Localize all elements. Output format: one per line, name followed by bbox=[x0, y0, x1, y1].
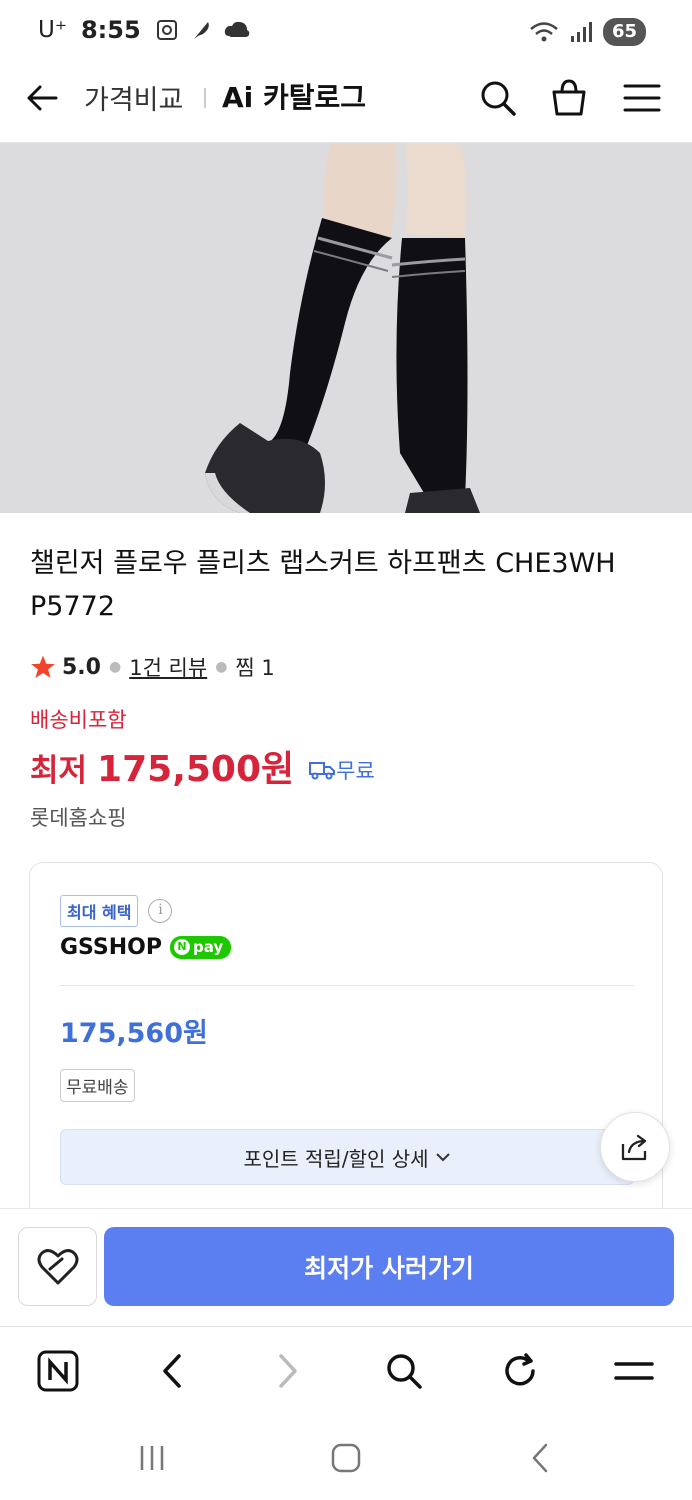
chevron-left-icon bbox=[532, 1443, 548, 1473]
browser-toolbar bbox=[0, 1326, 692, 1414]
share-icon bbox=[621, 1134, 647, 1161]
lowest-price-row: 최저 175,500원 무료 bbox=[30, 740, 375, 792]
browser-back-button[interactable] bbox=[148, 1347, 196, 1395]
header-divider bbox=[204, 88, 206, 108]
browser-menu-button[interactable] bbox=[610, 1347, 658, 1395]
review-link[interactable]: 1건 리뷰 bbox=[129, 652, 207, 682]
product-title: 챌린저 플로우 플리츠 랩스커트 하프팬츠 CHE3WH P5772 bbox=[30, 548, 616, 622]
page-title: Ai 카탈로그 bbox=[222, 81, 367, 114]
home-button[interactable] bbox=[324, 1436, 368, 1480]
browser-forward-button[interactable] bbox=[264, 1347, 312, 1395]
wifi-icon bbox=[530, 22, 558, 42]
npay-badge: N pay bbox=[170, 936, 232, 959]
shop-name: GSSHOP bbox=[60, 935, 162, 960]
npay-label: pay bbox=[193, 938, 224, 956]
chevron-down-icon bbox=[435, 1153, 450, 1162]
star-icon bbox=[31, 655, 55, 678]
search-button[interactable] bbox=[478, 78, 518, 118]
clock: 8:55 bbox=[80, 16, 141, 44]
carrier-label: U⁺ bbox=[38, 17, 67, 43]
menu-button[interactable] bbox=[622, 80, 662, 116]
recent-apps-button[interactable] bbox=[130, 1436, 174, 1480]
free-shipping-indicator: 무료 bbox=[308, 755, 375, 785]
status-bar: U⁺ 8:55 65 bbox=[0, 0, 692, 66]
menu-icon bbox=[614, 1362, 654, 1380]
card-divider bbox=[60, 985, 634, 986]
arrow-left-icon bbox=[27, 85, 58, 111]
chevron-right-icon bbox=[279, 1354, 297, 1388]
purchase-action-bar: 최저가 사러가기 bbox=[0, 1208, 692, 1326]
screenshot-icon bbox=[156, 20, 177, 40]
separator-dot: ● bbox=[108, 659, 122, 675]
battery-indicator: 65 bbox=[602, 18, 646, 46]
wish-count: 찜 1 bbox=[235, 656, 275, 680]
rating-row: 5.0 ● 1건 리뷰 ● 찜 1 bbox=[30, 652, 275, 682]
search-icon bbox=[387, 1354, 422, 1389]
heart-icon bbox=[37, 1248, 78, 1284]
rating-score: 5.0 bbox=[62, 654, 101, 680]
wishlist-button[interactable] bbox=[18, 1227, 97, 1306]
product-photo bbox=[0, 143, 692, 513]
seller-name[interactable]: 롯데홈쇼핑 bbox=[30, 802, 127, 832]
lowest-price-label: 최저 bbox=[30, 753, 88, 789]
free-shipping-label: 무료 bbox=[336, 759, 375, 783]
cloud-icon bbox=[224, 21, 249, 37]
cart-button[interactable] bbox=[548, 78, 590, 118]
refresh-button[interactable] bbox=[496, 1347, 544, 1395]
system-back-button[interactable] bbox=[518, 1436, 562, 1480]
offer-card[interactable]: 최대 혜택 i GSSHOP N pay 175,560원 무료배송 포인트 적… bbox=[29, 862, 663, 1222]
hamburger-icon bbox=[623, 84, 661, 112]
shopping-bag-icon bbox=[552, 79, 586, 116]
buy-lowest-price-button[interactable]: 최저가 사러가기 bbox=[104, 1227, 674, 1306]
info-icon[interactable]: i bbox=[148, 899, 173, 923]
signal-icon bbox=[570, 22, 592, 42]
back-button[interactable] bbox=[24, 80, 60, 116]
lowest-price-value: 175,500원 bbox=[97, 749, 295, 790]
truck-icon bbox=[309, 762, 336, 780]
shipping-included-note: 배송비포함 bbox=[30, 708, 127, 732]
home-icon bbox=[331, 1443, 361, 1473]
npay-logo-icon: N bbox=[174, 939, 190, 955]
point-detail-label: 포인트 적립/할인 상세 bbox=[243, 1146, 429, 1171]
max-benefit-badge: 최대 혜택 bbox=[60, 895, 139, 927]
free-shipping-tag: 무료배송 bbox=[60, 1069, 135, 1102]
shop-row: GSSHOP N pay bbox=[60, 935, 232, 960]
offer-price: 175,560원 bbox=[60, 1018, 208, 1049]
recent-apps-icon bbox=[140, 1446, 164, 1470]
refresh-icon bbox=[505, 1353, 535, 1386]
naver-n-icon bbox=[37, 1350, 79, 1392]
header-subtitle[interactable]: 가격비교 bbox=[84, 78, 183, 117]
feather-icon bbox=[193, 22, 209, 39]
app-header: 가격비교 Ai 카탈로그 bbox=[0, 66, 692, 143]
search-icon bbox=[481, 81, 516, 116]
chevron-left-icon bbox=[163, 1354, 181, 1388]
system-navigation-bar bbox=[0, 1414, 692, 1500]
share-button[interactable] bbox=[600, 1112, 670, 1182]
separator-dot: ● bbox=[215, 659, 228, 675]
browser-search-button[interactable] bbox=[380, 1347, 428, 1395]
benefit-row: 최대 혜택 i bbox=[60, 895, 173, 927]
naver-home-button[interactable] bbox=[34, 1347, 82, 1395]
point-detail-button[interactable]: 포인트 적립/할인 상세 bbox=[60, 1129, 634, 1185]
product-image[interactable] bbox=[0, 143, 692, 513]
